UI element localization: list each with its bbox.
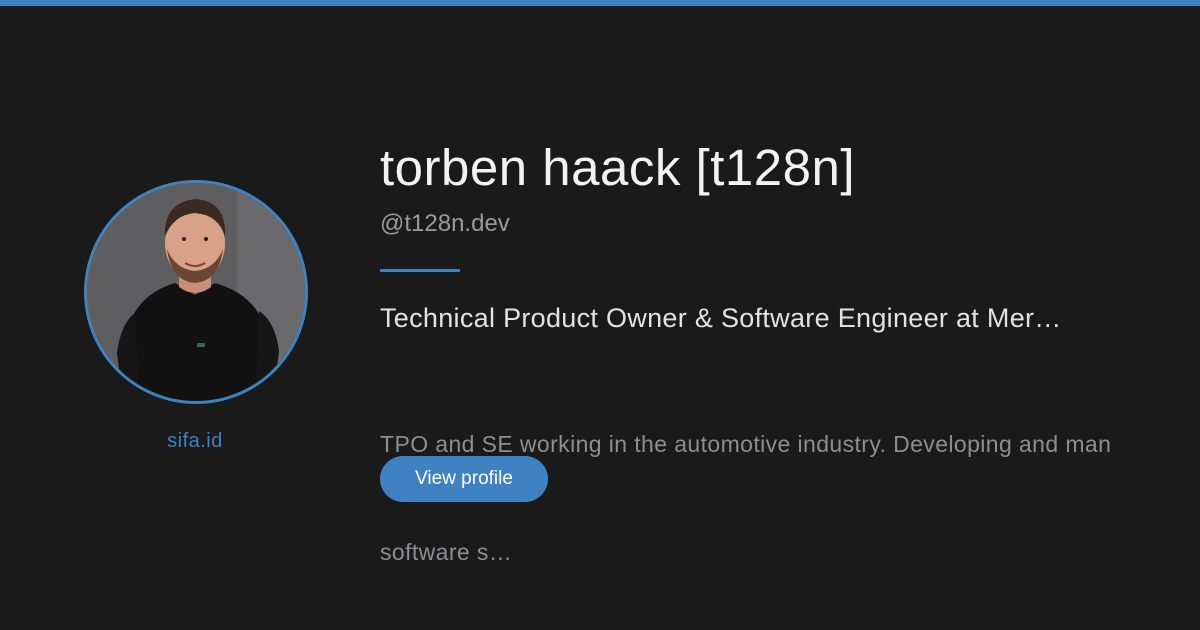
accent-top-bar (0, 0, 1200, 6)
brand-link-sifa-id[interactable]: sifa.id (84, 430, 306, 453)
section-divider (380, 269, 460, 272)
profile-name: torben haack [t128n] (380, 139, 856, 196)
avatar-photo-icon (87, 183, 305, 401)
profile-handle: @t128n.dev (380, 210, 510, 237)
view-profile-button[interactable]: View profile (380, 456, 548, 502)
avatar (84, 180, 308, 404)
profile-headline: Technical Product Owner & Software Engin… (380, 303, 1062, 333)
bio-line-2: software s… (380, 539, 513, 565)
